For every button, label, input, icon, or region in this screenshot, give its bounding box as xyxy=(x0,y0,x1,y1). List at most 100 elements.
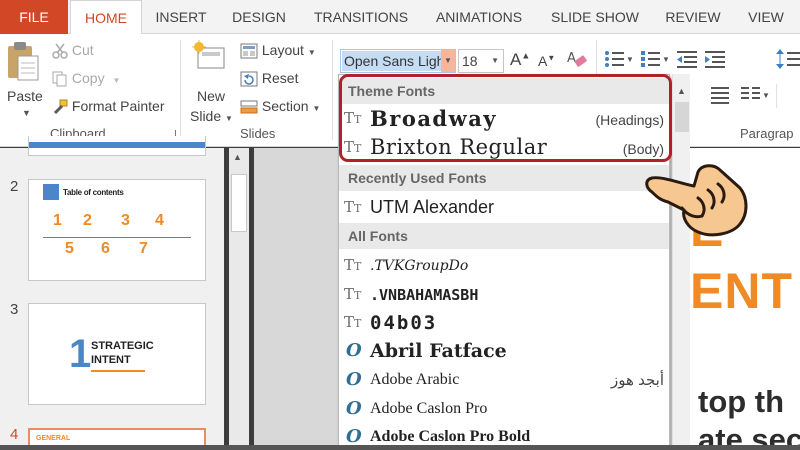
section-label: Section xyxy=(261,98,309,114)
font-item-name: UTM Alexander xyxy=(370,197,495,217)
increase-indent-button[interactable] xyxy=(704,50,726,71)
section-button[interactable]: Section ▼ xyxy=(240,98,320,115)
opentype-icon: O xyxy=(346,369,362,390)
format-painter-button[interactable]: Format Painter xyxy=(52,98,164,115)
font-item-04b03[interactable]: TT 04b03 xyxy=(339,309,669,337)
font-item-utm-alexander[interactable]: TT UTM Alexander xyxy=(339,194,669,222)
font-item-adobe-arabic[interactable]: O Adobe Arabic أبجد هوز xyxy=(339,366,669,394)
opentype-icon: O xyxy=(346,426,362,447)
chevron-down-icon: ▼ xyxy=(22,108,31,118)
tab-review[interactable]: REVIEW xyxy=(658,0,728,34)
decrease-font-size-button[interactable]: A▼ xyxy=(538,53,555,69)
slide-heading-line2: INTENT xyxy=(91,354,131,366)
font-name-value[interactable]: Open Sans Ligh xyxy=(342,51,447,71)
group-separator xyxy=(776,84,777,108)
truetype-icon: TT xyxy=(344,285,362,303)
font-item-adobe-caslon-pro[interactable]: O Adobe Caslon Pro xyxy=(339,395,669,423)
chevron-down-icon: ▼ xyxy=(307,48,316,57)
tab-view[interactable]: VIEW xyxy=(738,0,794,34)
opentype-icon: O xyxy=(346,340,362,361)
reset-button[interactable]: Reset xyxy=(240,70,298,87)
group-separator xyxy=(180,40,181,140)
truetype-icon: TT xyxy=(344,256,362,274)
big-number: 1 xyxy=(69,332,92,376)
new-slide-button[interactable]: New Slide ▼ xyxy=(188,40,234,124)
chevron-down-icon: ▼ xyxy=(312,104,321,113)
line-spacing-button[interactable] xyxy=(776,49,800,72)
copy-icon xyxy=(52,71,67,87)
font-item-name: Abril Fatface xyxy=(370,340,507,362)
timeline-line xyxy=(43,237,191,238)
slide-thumbnail-2[interactable]: Table of contents 1 2 3 4 5 6 7 xyxy=(28,179,206,281)
numbering-icon: ▼ xyxy=(641,51,670,67)
slide-number: 2 xyxy=(10,178,19,195)
font-list-scrollbar[interactable]: ▲ xyxy=(672,74,690,450)
format-painter-label: Format Painter xyxy=(71,98,165,114)
copy-button[interactable]: Copy ▼ xyxy=(52,70,120,87)
all-fonts-header: All Fonts xyxy=(339,223,669,249)
truetype-icon: TT xyxy=(344,198,362,216)
timeline-item: 4 xyxy=(155,212,164,229)
tab-home[interactable]: HOME xyxy=(70,0,142,35)
scroll-up-arrow[interactable]: ▲ xyxy=(677,86,686,96)
eraser-icon: A xyxy=(567,51,587,67)
section-icon xyxy=(240,100,258,114)
truetype-icon: TT xyxy=(344,313,362,331)
slide-heading-partial: ENT xyxy=(690,263,793,319)
align-justify-button[interactable] xyxy=(710,86,730,107)
font-item-abril-fatface[interactable]: O Abril Fatface xyxy=(339,337,669,365)
layout-icon xyxy=(240,43,258,59)
scroll-thumb[interactable] xyxy=(675,102,689,132)
scroll-thumb[interactable] xyxy=(231,174,247,232)
timeline-item: 2 xyxy=(83,212,92,229)
svg-text:A: A xyxy=(567,51,576,66)
font-name-box[interactable]: Open Sans Ligh ▼ xyxy=(340,49,456,73)
font-item-name: .VNBAHAMASBH xyxy=(370,286,479,304)
slide-thumbnail-panel: 2 Table of contents 1 2 3 4 5 6 7 3 1 ST… xyxy=(0,136,224,450)
chevron-down-icon: ▼ xyxy=(444,56,452,65)
paste-button[interactable]: Paste ▼ xyxy=(4,40,44,122)
new-slide-label-line2: Slide ▼ xyxy=(190,108,233,124)
numbering-button[interactable]: ▼ xyxy=(640,50,670,71)
layout-button[interactable]: Layout ▼ xyxy=(240,42,316,59)
increase-font-size-button[interactable]: A▲ xyxy=(510,50,530,70)
tab-animations[interactable]: ANIMATIONS xyxy=(426,0,532,34)
slide-thumbnail-3[interactable]: 1 STRATEGIC INTENT xyxy=(28,303,206,405)
ribbon-tab-bar: FILE HOME INSERT DESIGN TRANSITIONS ANIM… xyxy=(0,0,800,35)
pointing-hand-icon xyxy=(645,164,748,237)
cut-button[interactable]: Cut xyxy=(52,42,94,60)
font-item-name: .TVKGroupDo xyxy=(370,258,469,274)
tab-slide-show[interactable]: SLIDE SHOW xyxy=(542,0,648,34)
svg-text:▼: ▼ xyxy=(626,55,632,64)
font-item-tvkgroupdo[interactable]: TT .TVKGroupDo xyxy=(339,252,669,280)
font-dropdown-arrow[interactable]: ▼ xyxy=(441,50,455,72)
new-slide-icon xyxy=(192,40,225,69)
font-item-vnbahamasbh[interactable]: TT .VNBAHAMASBH xyxy=(339,281,669,309)
reset-label: Reset xyxy=(261,70,299,86)
slide-label: GENERAL xyxy=(36,435,71,442)
paragraph-group-label: Paragrap xyxy=(740,126,794,141)
slide-panel-scrollbar[interactable]: ▲ xyxy=(229,148,249,450)
scroll-up-arrow[interactable]: ▲ xyxy=(233,152,242,162)
tab-transitions[interactable]: TRANSITIONS xyxy=(306,0,416,34)
paintbrush-icon xyxy=(53,99,68,115)
decrease-indent-button[interactable] xyxy=(676,50,698,71)
bullets-button[interactable]: ▼ xyxy=(604,50,634,71)
decrease-indent-icon xyxy=(677,51,697,68)
slide-thumbnail-1[interactable] xyxy=(28,136,206,156)
tab-insert[interactable]: INSERT xyxy=(149,0,213,34)
columns-button[interactable]: ▼ xyxy=(740,86,770,107)
font-size-box[interactable]: 18 ▼ xyxy=(458,49,504,73)
svg-text:▼: ▼ xyxy=(762,91,770,100)
clear-formatting-button[interactable]: A xyxy=(566,48,588,73)
tab-file[interactable]: FILE xyxy=(0,0,68,34)
font-item-name: Adobe Caslon Pro xyxy=(370,400,488,417)
tab-design[interactable]: DESIGN xyxy=(222,0,296,34)
paste-label: Paste xyxy=(7,88,43,104)
columns-icon: ▼ xyxy=(741,87,770,100)
accent-underline xyxy=(91,370,145,372)
reset-icon xyxy=(240,71,258,87)
slide-heading-line1: STRATEGIC xyxy=(91,340,154,352)
font-size-value[interactable]: 18 xyxy=(462,53,478,69)
window-bottom-edge xyxy=(0,445,800,450)
